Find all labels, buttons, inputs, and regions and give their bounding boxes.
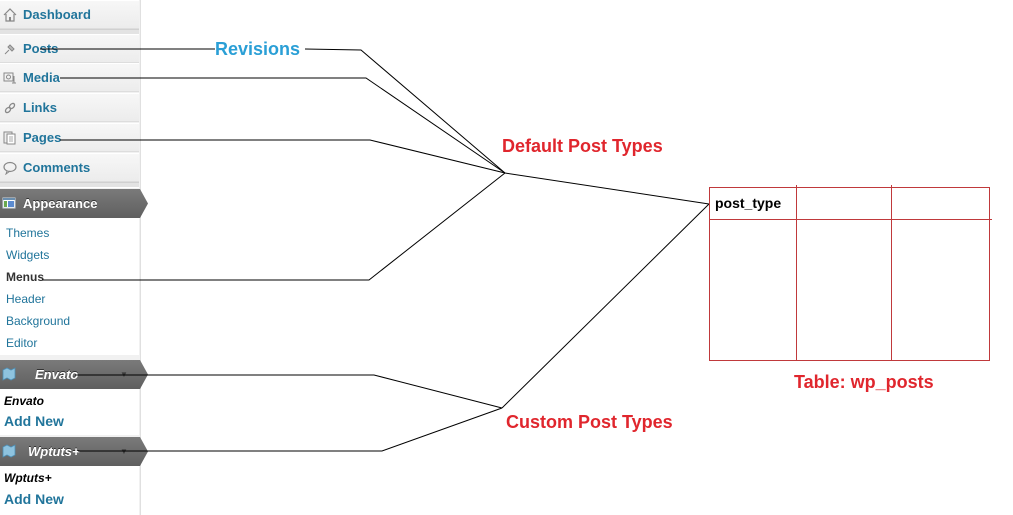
table-header-post-type: post_type	[715, 195, 782, 211]
submenu-item-header[interactable]: Header	[6, 292, 45, 306]
pages-icon	[2, 130, 18, 146]
envato-submenu: Envato Add New	[0, 389, 139, 435]
menu-item-envato[interactable]: Envato ▼	[0, 360, 148, 389]
menu-label-appearance: Appearance	[23, 196, 98, 211]
submenu-item-widgets[interactable]: Widgets	[6, 248, 49, 262]
menu-item-posts[interactable]: Posts	[0, 34, 139, 63]
callout-default-post-types: Default Post Types	[502, 136, 663, 156]
chevron-down-icon[interactable]: ▼	[120, 447, 128, 456]
submenu-item-editor[interactable]: Editor	[6, 336, 37, 350]
links-icon	[2, 100, 18, 116]
media-icon	[2, 70, 18, 86]
submenu-item-menus[interactable]: Menus	[6, 270, 44, 284]
callout-custom-post-types: Custom Post Types	[506, 412, 673, 432]
submenu-item-wptuts-add-new[interactable]: Add New	[4, 491, 64, 507]
admin-sidebar: Dashboard Posts Media Links Pages Commen…	[0, 0, 148, 515]
menu-item-appearance[interactable]: Appearance	[0, 189, 148, 218]
connector-revisions	[304, 48, 506, 174]
appearance-icon	[2, 196, 18, 212]
menu-item-comments[interactable]: Comments	[0, 153, 139, 182]
submenu-item-envato-add-new[interactable]: Add New	[4, 413, 64, 429]
comments-icon	[2, 160, 18, 176]
chevron-down-icon[interactable]: ▼	[120, 370, 128, 379]
appearance-submenu: Themes Widgets Menus Header Background E…	[0, 218, 139, 355]
submenu-item-themes[interactable]: Themes	[6, 226, 49, 240]
menu-item-pages[interactable]: Pages	[0, 123, 139, 152]
table-column-divider	[796, 185, 797, 360]
menu-label-wptuts: Wptuts+	[28, 444, 80, 459]
menu-label-pages: Pages	[23, 130, 62, 145]
wp-posts-table: post_type	[709, 185, 992, 361]
connector-custom-to-table	[501, 203, 710, 409]
menu-item-dashboard[interactable]: Dashboard	[0, 0, 139, 29]
submenu-item-background[interactable]: Background	[6, 314, 70, 328]
menu-label-comments: Comments	[23, 160, 91, 175]
submenu-item-wptuts[interactable]: Wptuts+	[4, 471, 52, 485]
table-column-divider	[891, 185, 892, 360]
menu-item-links[interactable]: Links	[0, 93, 139, 122]
menu-label-media: Media	[23, 70, 60, 85]
custom-post-type-icon	[2, 443, 18, 460]
table-header-divider	[710, 219, 992, 220]
submenu-item-envato[interactable]: Envato	[4, 394, 44, 408]
menu-item-wptuts[interactable]: Wptuts+ ▼	[0, 437, 148, 466]
wptuts-submenu: Wptuts+ Add New	[0, 466, 139, 515]
callout-revisions: Revisions	[215, 39, 301, 59]
menu-label-envato: Envato	[35, 367, 79, 382]
dashboard-icon	[2, 7, 18, 23]
pushpin-icon	[2, 41, 18, 57]
connector-default-to-table	[504, 172, 710, 205]
menu-label-dashboard: Dashboard	[23, 7, 91, 22]
menu-separator	[0, 182, 139, 188]
menu-label-links: Links	[23, 100, 57, 115]
table-caption: Table: wp_posts	[794, 372, 934, 392]
custom-post-type-icon	[2, 366, 18, 383]
menu-item-media[interactable]: Media	[0, 63, 139, 92]
menu-label-posts: Posts	[23, 41, 59, 56]
